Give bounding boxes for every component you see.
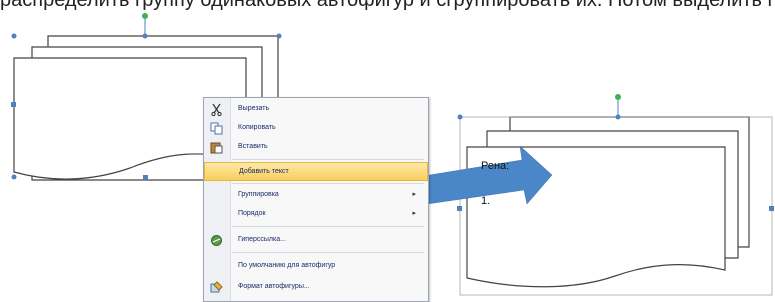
format-shape-icon: [210, 281, 223, 294]
menu-item-cut[interactable]: Вырезать: [204, 100, 428, 119]
shape-text-line1: Рена:: [481, 160, 510, 172]
paste-icon: [210, 141, 223, 154]
menu-separator: [232, 183, 424, 184]
menu-separator: [232, 159, 424, 160]
submenu-arrow-icon: ▸: [412, 191, 416, 198]
menu-item-format-autoshape[interactable]: Формат автофигуры...: [204, 278, 428, 297]
scissors-icon: [210, 103, 223, 117]
multidocument-shape-right[interactable]: [466, 116, 750, 288]
copy-icon: [210, 122, 223, 135]
menu-separator: [232, 252, 424, 253]
menu-item-paste[interactable]: Вставить: [204, 138, 428, 157]
menu-separator: [232, 226, 424, 227]
menu-item-grouping[interactable]: Группировка ▸: [204, 186, 428, 205]
menu-item-order[interactable]: Порядок ▸: [204, 205, 428, 224]
menu-item-default-autoshape[interactable]: По умолчанию для автофигур: [204, 257, 428, 276]
rotate-handle-left[interactable]: [142, 13, 148, 19]
menu-item-add-text[interactable]: Добавить текст: [204, 162, 428, 181]
menu-item-hyperlink[interactable]: Гиперссылка...: [204, 231, 428, 250]
rotate-handle-right[interactable]: [615, 94, 621, 100]
shape-text-line2: 1.: [481, 195, 491, 207]
hyperlink-icon: [210, 234, 223, 247]
menu-item-copy[interactable]: Копировать: [204, 119, 428, 138]
submenu-arrow-icon: ▸: [412, 210, 416, 217]
context-menu: Вырезать Копировать Вставить Добавить те…: [203, 97, 429, 302]
